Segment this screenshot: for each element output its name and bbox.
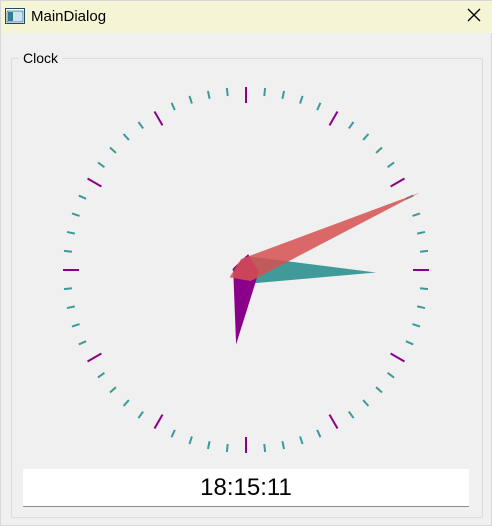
minute-tick — [188, 95, 193, 104]
minute-tick — [63, 249, 73, 253]
minute-tick — [170, 102, 176, 111]
minute-tick — [137, 410, 144, 419]
minute-tick — [109, 386, 117, 394]
hour-tick — [390, 177, 405, 188]
minute-tick — [375, 146, 383, 154]
minute-tick — [97, 372, 106, 379]
minute-tick — [78, 194, 87, 200]
minute-tick — [412, 323, 421, 328]
minute-tick — [348, 410, 355, 419]
minute-tick — [225, 87, 229, 97]
hour-tick — [153, 111, 164, 126]
minute-tick — [419, 249, 429, 253]
minute-tick — [316, 429, 322, 438]
hour-tick — [328, 111, 339, 126]
minute-tick — [109, 146, 117, 154]
close-button[interactable] — [455, 1, 492, 33]
minute-tick — [188, 436, 193, 445]
hour-tick — [87, 352, 102, 363]
main-dialog-window: MainDialog Clock 18:15:11 — [0, 0, 492, 526]
minute-tick — [416, 230, 426, 235]
minute-tick — [416, 305, 426, 310]
minute-tick — [66, 305, 76, 310]
minute-tick — [263, 87, 267, 97]
minute-tick — [348, 121, 355, 130]
minute-tick — [170, 429, 176, 438]
minute-tick — [206, 440, 211, 450]
minute-tick — [299, 436, 304, 445]
hour-tick — [328, 414, 339, 429]
hour-tick — [87, 177, 102, 188]
minute-tick — [63, 287, 73, 291]
minute-tick — [419, 287, 429, 291]
minute-tick — [362, 133, 370, 141]
minute-tick — [281, 440, 286, 450]
window-title: MainDialog — [31, 8, 107, 25]
window-app-icon — [5, 8, 25, 24]
minute-tick — [71, 212, 80, 217]
minute-tick — [122, 133, 130, 141]
minute-tick — [263, 443, 267, 453]
analog-clock — [63, 87, 429, 453]
minute-tick — [299, 95, 304, 104]
minute-tick — [386, 161, 395, 168]
title-bar[interactable]: MainDialog — [1, 1, 492, 33]
groupbox-title: Clock — [19, 50, 63, 66]
digital-time-display: 18:15:11 — [23, 469, 469, 507]
minute-tick — [206, 90, 211, 100]
close-icon — [467, 8, 481, 27]
minute-tick — [97, 161, 106, 168]
minute-tick — [225, 443, 229, 453]
minute-tick — [412, 212, 421, 217]
minute-tick — [122, 399, 130, 407]
minute-tick — [362, 399, 370, 407]
minute-tick — [71, 323, 80, 328]
hour-tick — [390, 352, 405, 363]
minute-tick — [137, 121, 144, 130]
minute-tick — [405, 340, 414, 346]
minute-tick — [386, 372, 395, 379]
minute-tick — [316, 102, 322, 111]
minute-tick — [78, 340, 87, 346]
minute-tick — [375, 386, 383, 394]
hour-tick — [153, 414, 164, 429]
minute-tick — [66, 230, 76, 235]
minute-tick — [281, 90, 286, 100]
